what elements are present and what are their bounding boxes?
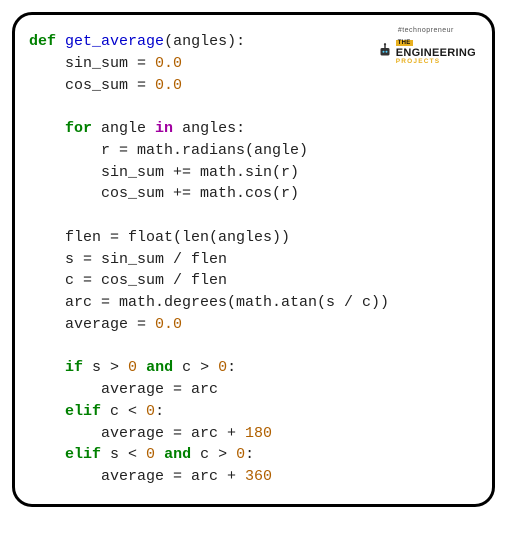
code-token: 0.0 [155,316,182,333]
code-token: c < [101,403,146,420]
code-token: and [164,446,191,463]
code-token: def [29,33,56,50]
code-token: 0 [146,403,155,420]
code-token: 0 [128,359,137,376]
logo-text: THE ENGINEERING PROJECTS [396,36,476,65]
code-token: in [155,120,173,137]
code-token: : [245,446,254,463]
code-token: get_average [65,33,164,50]
code-token: 180 [245,425,272,442]
code-token: average = arc [29,381,218,398]
code-token: c = cos_sum / flen [29,272,227,289]
code-token: 0.0 [155,55,182,72]
code-token: s > [83,359,128,376]
robot-icon [376,42,394,60]
code-token: 0 [236,446,245,463]
code-token: angles: [173,120,245,137]
code-card: #technopreneur THE ENGINEERING PROJECTS … [12,12,495,507]
code-token: 360 [245,468,272,485]
code-token: sin_sum += math.sin(r) [29,164,299,181]
code-token: for [65,120,92,137]
code-token: s = sin_sum / flen [29,251,227,268]
code-token: flen = float(len(angles)) [29,229,290,246]
code-token: : [227,359,236,376]
code-token: cos_sum += math.cos(r) [29,185,299,202]
code-token: c > [173,359,218,376]
code-token: average = [29,316,155,333]
code-token: elif [65,446,101,463]
code-token: average = arc + [29,425,245,442]
code-token: r = math.radians(angle) [29,142,308,159]
code-token: sin_sum = [29,55,155,72]
code-token: 0 [218,359,227,376]
code-token: arc = math.degrees(math.atan(s / c)) [29,294,389,311]
code-token: elif [65,403,101,420]
code-token: and [146,359,173,376]
code-token: 0 [146,446,155,463]
code-token: : [155,403,164,420]
code-token: cos_sum = [29,77,155,94]
code-token: average = arc + [29,468,245,485]
code-token: s < [101,446,146,463]
code-block: def get_average(angles): sin_sum = 0.0 c… [29,31,478,507]
code-token: 0.0 [155,77,182,94]
logo-tagline: #technopreneur [376,27,476,34]
code-token: c > [191,446,236,463]
code-token: (angles): [164,33,245,50]
brand-logo: #technopreneur THE ENGINEERING PROJECTS [376,27,476,65]
code-token: if [65,359,83,376]
code-token: angle [92,120,155,137]
